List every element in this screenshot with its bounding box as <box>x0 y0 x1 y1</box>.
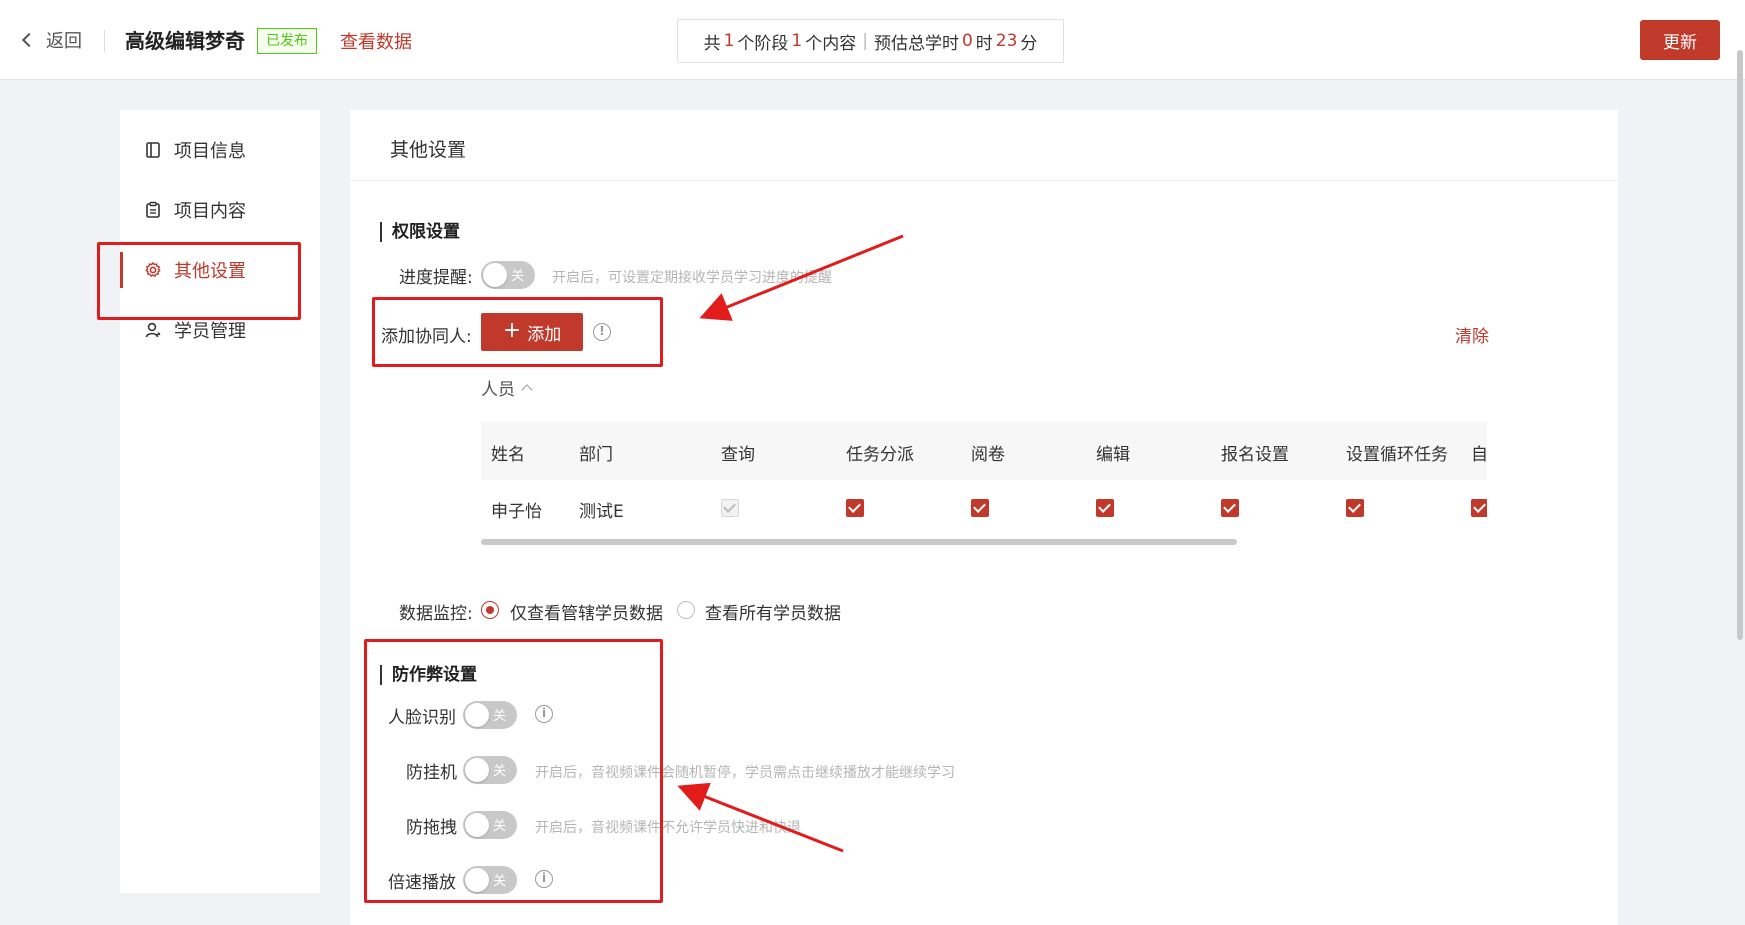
column-header-name: 姓名 <box>491 445 525 465</box>
permissions-section-title: 权限设置 <box>380 222 460 242</box>
grading-checkbox[interactable] <box>971 499 989 517</box>
progress-reminder-switch[interactable]: 关 <box>481 261 535 289</box>
project-title: 高级编辑梦奇 <box>125 29 245 53</box>
switch-text: 关 <box>511 269 525 284</box>
clipboard-icon <box>146 201 160 218</box>
summary-stage-unit: 个阶段 <box>737 33 789 54</box>
radio-all-students-label[interactable]: 查看所有学员数据 <box>705 599 841 624</box>
table-header: 姓名 部门 查询 任务分派 阅卷 编辑 报名设置 设置循环任务 自动 <box>481 422 1487 480</box>
progress-reminder-hint: 开启后，可设置定期接收学员学习进度的提醒 <box>552 270 832 286</box>
title-divider <box>350 180 1618 181</box>
user-icon <box>145 322 161 338</box>
summary-hours-unit: 时 <box>975 33 993 54</box>
sidebar-item-label: 学员管理 <box>174 321 246 342</box>
status-badge: 已发布 <box>257 28 317 54</box>
sidebar: 项目信息 项目内容 其他设置 学员管理 <box>120 110 320 893</box>
cell-name: 申子怡 <box>491 502 542 522</box>
annotation-box-anticheat <box>364 639 663 903</box>
column-header-edit: 编辑 <box>1096 445 1130 465</box>
loop-task-checkbox[interactable] <box>1346 499 1364 517</box>
column-header-assign: 任务分派 <box>846 445 914 465</box>
sidebar-item-label: 项目内容 <box>174 201 246 222</box>
table-horizontal-scrollbar[interactable] <box>481 539 1237 545</box>
summary-stage-count: 1 <box>723 31 735 51</box>
switch-knob <box>483 263 507 287</box>
header-divider <box>104 30 105 52</box>
page-scrollbar[interactable] <box>1737 50 1743 640</box>
column-header-query: 查询 <box>721 445 755 465</box>
signup-checkbox[interactable] <box>1221 499 1239 517</box>
annotation-box-add-collaborator <box>372 297 663 367</box>
view-data-link[interactable]: 查看数据 <box>340 28 412 54</box>
assign-checkbox[interactable] <box>846 499 864 517</box>
data-monitor-label: 数据监控: <box>399 604 473 624</box>
clear-collaborators-link[interactable]: 清除 <box>1455 322 1489 347</box>
people-toggle-label: 人员 <box>481 380 515 400</box>
column-header-dept: 部门 <box>579 445 613 465</box>
radio-managed-only[interactable] <box>481 601 499 619</box>
summary-estimate-label: 预估总学时 <box>873 33 959 54</box>
summary-prefix: 共 <box>703 33 721 54</box>
column-header-auto: 自动 <box>1471 445 1487 465</box>
update-button[interactable]: 更新 <box>1640 20 1720 60</box>
back-button[interactable]: 返回 <box>21 27 82 53</box>
annotation-box-sidebar <box>97 242 301 320</box>
sidebar-item-project-info[interactable]: 项目信息 <box>120 120 320 180</box>
summary-content-unit: 个内容 <box>805 33 857 54</box>
table-row: 申子怡 测试E <box>481 480 1487 527</box>
summary-content-count: 1 <box>791 31 803 51</box>
summary-minutes: 23 <box>995 31 1018 51</box>
cell-dept: 测试E <box>579 502 624 522</box>
summary-hours: 0 <box>961 31 973 51</box>
query-checkbox <box>721 499 739 517</box>
course-summary: 共 1 个阶段 1 个内容 | 预估总学时 0 时 23 分 <box>677 19 1064 63</box>
chevron-up-icon <box>521 384 533 396</box>
book-icon <box>146 142 160 158</box>
top-header: 返回 高级编辑梦奇 已发布 查看数据 共 1 个阶段 1 个内容 | 预估总学时… <box>0 0 1745 80</box>
column-header-signup: 报名设置 <box>1221 445 1289 465</box>
column-header-grading: 阅卷 <box>971 445 1005 465</box>
sidebar-item-label: 项目信息 <box>174 141 246 162</box>
column-header-loop-task: 设置循环任务 <box>1346 445 1448 465</box>
chevron-left-icon <box>21 32 37 48</box>
auto-checkbox[interactable] <box>1471 499 1487 517</box>
page-title: 其他设置 <box>390 139 467 161</box>
collaborator-table: 姓名 部门 查询 任务分派 阅卷 编辑 报名设置 设置循环任务 自动 申子怡 测… <box>481 422 1487 527</box>
radio-managed-only-label[interactable]: 仅查看管辖学员数据 <box>510 599 663 624</box>
sidebar-item-project-content[interactable]: 项目内容 <box>120 180 320 240</box>
summary-minutes-unit: 分 <box>1020 33 1038 54</box>
people-collapse-toggle[interactable]: 人员 <box>481 375 533 400</box>
progress-reminder-label: 进度提醒: <box>399 268 473 288</box>
summary-separator: | <box>862 31 868 51</box>
back-label: 返回 <box>46 31 82 52</box>
radio-all-students[interactable] <box>677 601 695 619</box>
edit-checkbox[interactable] <box>1096 499 1114 517</box>
